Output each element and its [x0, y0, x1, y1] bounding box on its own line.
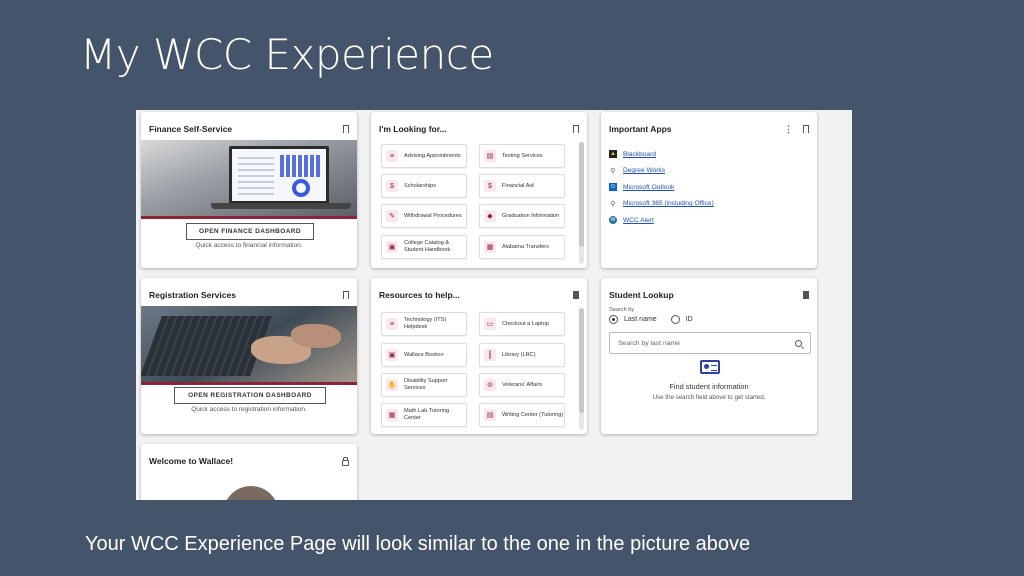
app-item[interactable]: ⚲ Microsoft 365 (including Office) — [609, 196, 713, 213]
book-icon: ▣ — [386, 349, 398, 361]
important-apps-card: Important Apps ⋮ ▲ Blackboard ⚲ Degree Wor… — [601, 112, 817, 268]
book-icon: ▣ — [386, 241, 398, 253]
list-icon: ≡ — [386, 150, 398, 162]
link-icon: ⚲ — [610, 167, 616, 175]
bookmark-icon[interactable] — [343, 125, 349, 136]
edit-icon: ✎ — [386, 210, 398, 222]
finance-card: Finance Self-Service OPEN FINANCE DASHBO… — [141, 112, 357, 268]
dollar-icon: $ — [484, 180, 496, 192]
accent-bar — [141, 382, 357, 385]
tile-alabama-transfers[interactable]: ▦ Alabama Transfers — [479, 235, 565, 259]
app-item[interactable]: ▲ Blackboard — [609, 146, 714, 163]
portal-screenshot: Finance Self-Service OPEN FINANCE DASHBO… — [136, 110, 852, 500]
tile-veterans[interactable]: ⊘ Veterans' Affairs — [479, 373, 565, 397]
avatar — [223, 486, 279, 500]
ban-icon: ⊘ — [484, 379, 496, 391]
slide-title: My WCC Experience — [80, 30, 494, 79]
link-icon: ⚲ — [610, 200, 616, 208]
radio-id-label: ID — [685, 316, 693, 323]
search-by-options: Last name ID — [609, 315, 693, 324]
app-item[interactable]: W WCC Alert — [609, 212, 714, 229]
student-lookup-card: Student Lookup Search by Last name ID Se… — [601, 278, 817, 434]
search-placeholder: Search by last name — [618, 339, 680, 347]
scrollbar[interactable] — [579, 308, 584, 430]
laptop-image — [229, 146, 329, 204]
list-icon: ≡ — [386, 318, 398, 330]
card-title: Finance Self-Service — [149, 124, 233, 134]
tile-catalog[interactable]: ▣ College Catalog & Student Handbook — [381, 235, 467, 259]
blackboard-icon: ▲ — [609, 150, 617, 159]
app-item[interactable]: ⚲ Degree Works — [609, 163, 714, 180]
radio-id[interactable] — [670, 315, 680, 324]
resources-card: Resources to help... ≡ Technology (ITS) H… — [371, 278, 587, 434]
graduation-cap-icon: ◆ — [484, 210, 496, 222]
tile-helpdesk[interactable]: ≡ Technology (ITS) Helpdesk — [381, 312, 467, 336]
bookmark-icon[interactable] — [573, 291, 579, 302]
support-icon: ✋ — [386, 379, 398, 391]
finance-subtitle: Quick access to financial information. — [195, 242, 303, 249]
library-icon: ║ — [484, 349, 496, 361]
tile-library[interactable]: ║ Library (LRC) — [479, 343, 565, 367]
open-registration-dashboard-button[interactable]: OPEN REGISTRATION DASHBOARD — [174, 387, 326, 404]
tile-graduation[interactable]: ◆ Graduation Information — [479, 204, 565, 228]
radio-last-name-label: Last name — [624, 316, 657, 323]
find-student-title: Find student information — [669, 382, 749, 391]
clipboard-icon: ▦ — [484, 241, 496, 253]
card-title: Student Lookup — [609, 290, 674, 300]
tile-books[interactable]: ▣ Wallace Books+ — [381, 343, 467, 367]
document-icon: ▤ — [484, 150, 496, 162]
registration-card: Registration Services OPEN REGISTRATION … — [141, 278, 357, 434]
radio-last-name[interactable] — [609, 315, 618, 324]
search-by-label: Search by — [609, 307, 635, 313]
tile-advising[interactable]: ≡ Advising Appointments — [381, 144, 467, 168]
more-options-icon[interactable]: ⋮ — [784, 124, 793, 135]
wordpress-icon: W — [609, 216, 617, 225]
tile-scholarships[interactable]: $ Scholarships — [381, 174, 467, 198]
lock-icon — [342, 456, 349, 466]
card-title: Welcome to Wallace! — [149, 456, 234, 466]
tile-laptop[interactable]: ▭ Checkout a Laptop — [479, 312, 565, 336]
bookmark-icon[interactable] — [573, 125, 579, 136]
tile-financial-aid[interactable]: $ Financial Aid — [479, 174, 565, 198]
search-icon[interactable] — [795, 339, 802, 347]
slide-caption: Your WCC Experience Page will look simil… — [85, 533, 751, 555]
app-item[interactable]: O Microsoft Outlook — [609, 179, 714, 196]
laptop-icon: ▭ — [484, 318, 496, 330]
calculator-icon: ▦ — [386, 409, 398, 421]
scrollbar[interactable] — [579, 142, 584, 264]
document-icon: ▤ — [484, 409, 496, 421]
accent-bar — [141, 216, 357, 219]
card-title: Registration Services — [149, 290, 236, 300]
bookmark-icon[interactable] — [803, 291, 809, 302]
student-search-input[interactable]: Search by last name — [609, 332, 811, 354]
bookmark-icon[interactable] — [343, 291, 349, 302]
find-student-subtitle: Use the search field above to get starte… — [652, 394, 766, 401]
card-title: I'm Looking for... — [379, 124, 447, 134]
card-title: Important Apps — [609, 124, 672, 134]
dollar-icon: $ — [386, 180, 398, 192]
tile-withdrawal[interactable]: ✎ Withdrawal Procedures — [381, 204, 467, 228]
welcome-card: Welcome to Wallace! — [141, 444, 357, 500]
card-title: Resources to help... — [379, 290, 460, 300]
finance-hero-image — [141, 140, 357, 218]
id-card-icon — [700, 360, 720, 374]
tile-testing[interactable]: ▤ Testing Services — [479, 144, 565, 168]
looking-for-card: I'm Looking for... ≡ Advising Appointment… — [371, 112, 587, 268]
outlook-icon: O — [609, 183, 617, 192]
tile-math-lab[interactable]: ▦ Math Lab Tutoring Center — [381, 403, 467, 427]
app-list: ▲ Blackboard ⚲ Degree Works O Microsoft Out… — [609, 146, 714, 229]
open-finance-dashboard-button[interactable]: OPEN FINANCE DASHBOARD — [186, 223, 314, 240]
bookmark-icon[interactable] — [803, 125, 809, 136]
registration-hero-image — [141, 306, 357, 384]
tile-writing-center[interactable]: ▤ Writing Center (Tutoring) — [479, 403, 565, 427]
registration-subtitle: Quick access to registration information… — [191, 406, 307, 413]
tile-disability[interactable]: ✋ Disability Support Services — [381, 373, 467, 397]
